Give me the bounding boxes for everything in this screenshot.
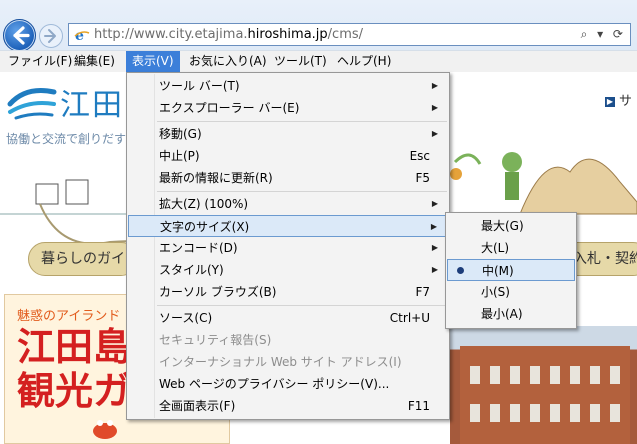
arrow-right-icon: ▶ (605, 96, 615, 107)
menu-item-text-size[interactable]: 文字のサイズ(X) ▶ (128, 215, 448, 237)
menu-separator (157, 121, 447, 122)
submenu-arrow-icon: ▶ (431, 243, 438, 252)
submenu-arrow-icon: ▶ (431, 199, 438, 208)
arrow-right-icon (44, 29, 56, 43)
nav-living-guide[interactable]: 暮らしのガイ (28, 242, 138, 276)
top-link[interactable]: ▶ サ (605, 90, 632, 109)
ie-icon: e (74, 28, 90, 43)
submenu-arrow-icon: ▶ (431, 103, 438, 112)
menu-separator (157, 191, 447, 192)
menu-item-caret-browsing[interactable]: カーソル ブラウズ(B) F7 (128, 281, 448, 303)
submenu-arrow-icon: ▶ (430, 222, 437, 231)
search-refresh-icons[interactable]: ⌕ ▾ ⟳ (581, 27, 626, 42)
submenu-arrow-icon: ▶ (431, 129, 438, 138)
building-photo (450, 326, 637, 444)
menu-file[interactable]: ファイル(F) (2, 51, 78, 72)
menu-item-encoding[interactable]: エンコード(D) ▶ (128, 237, 448, 259)
menu-item-international-address: インターナショナル Web サイト アドレス(I) (159, 355, 402, 369)
url-text: http://www.city.etajima.hiroshima.jp/cms… (94, 27, 364, 42)
text-size-larger[interactable]: 大(L) (447, 237, 575, 259)
menu-tools[interactable]: ツール(T) (268, 51, 333, 72)
menu-item-zoom[interactable]: 拡大(Z) (100%) ▶ (128, 193, 448, 215)
text-size-largest[interactable]: 最大(G) (447, 215, 575, 237)
menu-item-full-screen[interactable]: 全画面表示(F) F11 (128, 395, 448, 417)
banner-subtitle: 魅惑のアイランド (17, 309, 121, 324)
arrow-left-icon (13, 26, 30, 45)
menu-separator (157, 305, 447, 306)
city-logo-icon (7, 88, 57, 120)
address-bar[interactable]: e http://www.city.etajima.hiroshima.jp/c… (68, 23, 631, 46)
menu-item-source[interactable]: ソース(C) Ctrl+U (128, 307, 448, 329)
back-button[interactable] (3, 19, 36, 52)
text-size-smallest[interactable]: 最小(A) (447, 303, 575, 325)
menu-edit[interactable]: 編集(E) (68, 51, 121, 72)
building-illustration (460, 346, 630, 444)
menu-item-style[interactable]: スタイル(Y) ▶ (128, 259, 448, 281)
view-menu: ツール バー(T) ▶ エクスプローラー バー(E) ▶ 移動(G) ▶ 中止(P) E… (126, 72, 450, 420)
menu-item-stop[interactable]: 中止(P) Esc (128, 145, 448, 167)
forward-button[interactable] (39, 24, 63, 48)
menu-view[interactable]: 表示(V) (126, 51, 180, 72)
submenu-arrow-icon: ▶ (431, 81, 438, 90)
text-size-smaller[interactable]: 小(S) (447, 281, 575, 303)
menu-item-go-to[interactable]: 移動(G) ▶ (128, 123, 448, 145)
menu-item-security-report: セキュリティ報告(S) (159, 333, 272, 347)
submenu-arrow-icon: ▶ (431, 265, 438, 274)
text-size-submenu: 最大(G) 大(L) 中(M) 小(S) 最小(A) (445, 212, 577, 329)
site-logo-text[interactable]: 江田 (60, 80, 124, 124)
menu-item-privacy-policy[interactable]: Web ページのプライバシー ポリシー(V)... (128, 373, 448, 395)
text-size-medium[interactable]: 中(M) (447, 259, 575, 281)
menu-item-refresh[interactable]: 最新の情報に更新(R) F5 (128, 167, 448, 189)
menu-item-toolbar[interactable]: ツール バー(T) ▶ (128, 75, 448, 97)
menu-favorites[interactable]: お気に入り(A) (183, 51, 273, 72)
radio-selected-icon (457, 267, 464, 274)
banner-title: 江田島 観光ガ (17, 325, 132, 413)
menu-help[interactable]: ヘルプ(H) (331, 51, 397, 72)
menu-item-explorer-bar[interactable]: エクスプローラー バー(E) ▶ (128, 97, 448, 119)
crab-icon (93, 420, 117, 439)
menu-bar: ファイル(F) 編集(E) 表示(V) お気に入り(A) ツール(T) ヘルプ(… (0, 50, 637, 72)
